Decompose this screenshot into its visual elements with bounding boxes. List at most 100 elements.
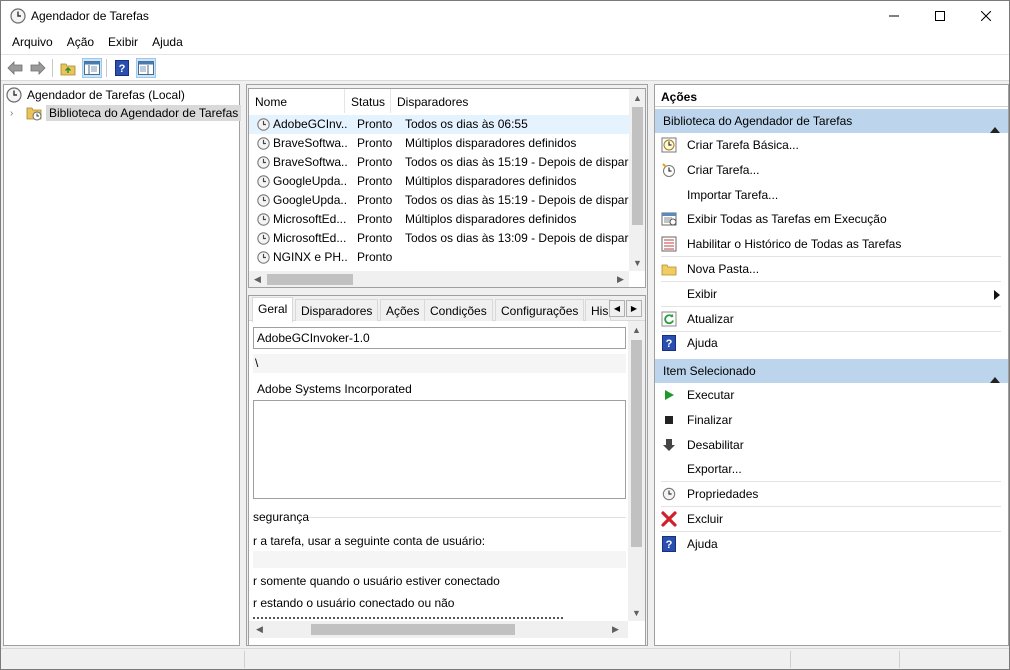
action-item[interactable]: Propriedades <box>655 482 1008 506</box>
menu-exibir[interactable]: Exibir <box>101 31 145 54</box>
status-bar <box>1 648 1009 669</box>
details-tabs: Geral Disparadores Ações Condições Confi… <box>249 296 645 322</box>
action-item[interactable]: Habilitar o Histórico de Todas as Tarefa… <box>655 232 1008 256</box>
section-header-library[interactable]: Biblioteca do Agendador de Tarefas <box>655 109 1008 133</box>
tab-configuracoes[interactable]: Configurações <box>495 299 585 321</box>
tree-item-root[interactable]: Agendador de Tarefas (Local) <box>6 86 185 104</box>
tree-item-label: Agendador de Tarefas (Local) <box>27 88 185 102</box>
scroll-left-arrow-icon[interactable]: ◀ <box>249 271 266 287</box>
task-details: Geral Disparadores Ações Condições Confi… <box>248 295 646 646</box>
run-logged-on-option[interactable]: r somente quando o usuário estiver conec… <box>253 574 500 588</box>
stop-icon <box>661 412 677 428</box>
column-header-name[interactable]: Nome <box>249 89 345 113</box>
task-row[interactable]: BraveSoftwa... Pronto Todos os dias às 15:… <box>249 153 629 172</box>
description-textarea[interactable] <box>253 400 626 499</box>
menu-arquivo[interactable]: Arquivo <box>5 31 60 54</box>
scroll-thumb[interactable] <box>631 340 642 547</box>
scroll-thumb[interactable] <box>311 624 515 635</box>
tab-condicoes[interactable]: Condições <box>424 299 493 321</box>
vertical-splitter[interactable] <box>648 84 652 646</box>
minimize-button[interactable] <box>871 1 917 31</box>
history-icon <box>661 236 677 252</box>
scroll-up-arrow-icon[interactable]: ▲ <box>629 89 645 106</box>
task-row[interactable]: GoogleUpda... Pronto Todos os dias às 15:1… <box>249 191 629 210</box>
action-item[interactable]: Executar <box>655 383 1008 407</box>
tab-disparadores[interactable]: Disparadores <box>295 299 379 321</box>
action-label: Finalizar <box>687 412 733 427</box>
forward-button[interactable] <box>28 58 48 78</box>
up-folder-button[interactable] <box>58 58 78 78</box>
section-header-selected-item[interactable]: Item Selecionado <box>655 359 1008 383</box>
action-item[interactable]: Finalizar <box>655 408 1008 432</box>
help-icon: ? <box>115 60 129 76</box>
scroll-right-arrow-icon[interactable]: ▶ <box>612 271 629 287</box>
minimize-icon <box>889 15 899 17</box>
submenu-arrow-icon <box>994 289 1000 303</box>
maximize-button[interactable] <box>917 1 963 31</box>
help-toolbar-button[interactable]: ? <box>112 58 132 78</box>
properties-icon <box>661 486 677 502</box>
back-arrow-icon <box>7 61 23 75</box>
action-item[interactable]: Nova Pasta... <box>655 257 1008 281</box>
scroll-down-arrow-icon[interactable]: ▼ <box>628 604 645 621</box>
action-item[interactable]: Excluir <box>655 507 1008 531</box>
create-task-icon <box>661 162 677 178</box>
run-whether-logged-option[interactable]: r estando o usuário conectado ou não <box>253 596 454 610</box>
help-icon: ? <box>661 335 677 352</box>
task-row[interactable]: GoogleUpda... Pronto Múltiplos disparadore… <box>249 172 629 191</box>
task-name: GoogleUpda... <box>273 193 347 207</box>
task-trigger: Múltiplos disparadores definidos <box>405 136 577 150</box>
action-item[interactable]: Atualizar <box>655 307 1008 331</box>
actions-pane: Ações Biblioteca do Agendador de Tarefas… <box>654 84 1009 646</box>
menu-acao[interactable]: Ação <box>60 31 101 54</box>
task-row[interactable]: MicrosoftEd... Pronto Múltiplos disparador… <box>249 210 629 229</box>
scroll-right-arrow-icon[interactable]: ▶ <box>607 621 624 638</box>
scroll-thumb[interactable] <box>267 274 353 285</box>
column-header-triggers[interactable]: Disparadores <box>391 89 629 113</box>
scroll-left-arrow-icon[interactable]: ◀ <box>251 621 268 638</box>
action-label: Importar Tarefa... <box>687 187 779 202</box>
task-list-vertical-scrollbar[interactable]: ▲ ▼ <box>629 89 645 271</box>
action-label: Ajuda <box>687 536 718 551</box>
action-item[interactable]: Importar Tarefa... <box>655 183 1008 207</box>
run-as-label: r a tarefa, usar a seguinte conta de usu… <box>253 534 486 548</box>
task-row[interactable]: BraveSoftwa... Pronto Múltiplos disparador… <box>249 134 629 153</box>
action-item[interactable]: Exibir <box>655 282 1008 306</box>
app-window: Agendador de Tarefas Arquivo Ação Exibir… <box>0 0 1010 670</box>
action-item[interactable]: Criar Tarefa Básica... <box>655 133 1008 157</box>
action-item[interactable]: Exibir Todas as Tarefas em Execução <box>655 207 1008 231</box>
back-button[interactable] <box>5 58 25 78</box>
action-item[interactable]: ? Ajuda <box>655 331 1008 355</box>
task-row[interactable]: AdobeGCInv... Pronto Todos os dias às 06:5… <box>249 115 629 134</box>
menu-ajuda[interactable]: Ajuda <box>145 31 190 54</box>
action-item[interactable]: Exportar... <box>655 457 1008 481</box>
tab-historico[interactable]: His <box>585 299 611 321</box>
task-clock-icon <box>257 194 270 207</box>
action-item[interactable]: Desabilitar <box>655 433 1008 457</box>
task-row[interactable]: NGINX e PH... Pronto <box>249 248 629 267</box>
title-bar: Agendador de Tarefas <box>1 1 1009 31</box>
tab-acoes[interactable]: Ações <box>380 299 426 321</box>
column-header-status[interactable]: Status <box>345 89 391 113</box>
scroll-up-arrow-icon[interactable]: ▲ <box>628 321 645 338</box>
tree-item-library[interactable]: › Biblioteca do Agendador de Tarefas <box>10 104 242 122</box>
details-horizontal-scrollbar[interactable]: ◀ ▶ <box>249 621 628 638</box>
action-label: Exportar... <box>687 462 742 477</box>
show-hide-console-tree-button[interactable] <box>82 58 102 78</box>
scroll-thumb[interactable] <box>632 107 643 225</box>
user-account-field <box>253 551 626 568</box>
task-name: GoogleUpda... <box>273 174 347 188</box>
scroll-down-arrow-icon[interactable]: ▼ <box>629 254 645 271</box>
tab-scroll-left-icon[interactable]: ◀ <box>609 300 625 317</box>
action-item[interactable]: ? Ajuda <box>655 532 1008 556</box>
show-hide-action-pane-button[interactable] <box>136 58 156 78</box>
task-list-horizontal-scrollbar[interactable]: ◀ ▶ <box>249 271 629 287</box>
tab-scroll-right-icon[interactable]: ▶ <box>626 300 642 317</box>
chevron-right-icon[interactable]: › <box>10 108 20 119</box>
tab-geral[interactable]: Geral <box>252 297 294 322</box>
action-item[interactable]: Criar Tarefa... <box>655 158 1008 182</box>
task-name: AdobeGCInv... <box>273 117 347 131</box>
close-button[interactable] <box>963 1 1009 31</box>
task-row[interactable]: MicrosoftEd... Pronto Todos os dias às 13:… <box>249 229 629 248</box>
details-vertical-scrollbar[interactable]: ▲ ▼ <box>628 321 645 621</box>
